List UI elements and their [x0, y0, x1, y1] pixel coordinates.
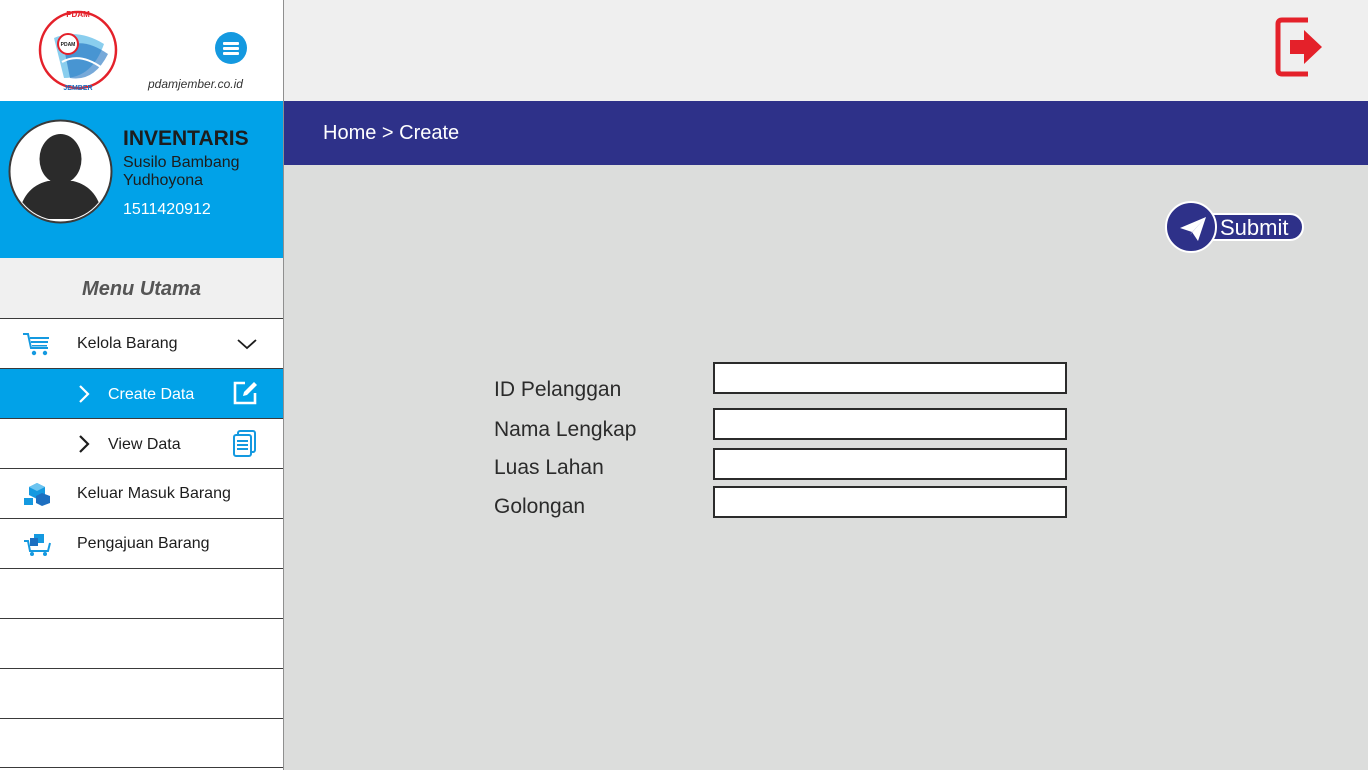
- site-url: pdamjember.co.id: [148, 77, 243, 91]
- id-pelanggan-input[interactable]: [713, 362, 1067, 394]
- logout-button[interactable]: [1274, 16, 1326, 78]
- menu-empty-row: [0, 618, 283, 668]
- breadcrumb: Home > Create: [323, 122, 460, 144]
- logo-center-text: PDAM: [61, 42, 76, 48]
- menu-title: Menu Utama: [0, 258, 283, 318]
- menu-item-kelola-barang[interactable]: Kelola Barang: [0, 318, 283, 368]
- pdam-logo: PDAM PDAM JEMBER: [38, 10, 118, 92]
- menu-empty-row: [0, 718, 283, 768]
- sidebar: PDAM PDAM JEMBER pdamjember.co.id INVENT…: [0, 0, 284, 770]
- submit-button[interactable]: Submit: [1165, 201, 1304, 253]
- user-silhouette-icon: [8, 119, 113, 224]
- chevron-down-icon: [237, 339, 257, 350]
- user-name: Susilo Bambang Yudhoyona: [123, 154, 240, 189]
- menu-item-label: Pengajuan Barang: [77, 535, 210, 552]
- cart-icon: [23, 333, 49, 356]
- breadcrumb-bar: Home > Create: [284, 101, 1368, 165]
- menu-item-label: Kelola Barang: [77, 335, 178, 352]
- cart-boxes-icon: [24, 534, 51, 556]
- nama-lengkap-label: Nama Lengkap: [494, 418, 637, 441]
- main-menu: Kelola Barang Create Data View Data Kelu…: [0, 318, 283, 768]
- user-id: 1511420912: [123, 201, 211, 218]
- menu-item-view-data[interactable]: View Data: [0, 418, 283, 468]
- chevron-right-icon: [79, 385, 90, 403]
- luas-lahan-label: Luas Lahan: [494, 456, 604, 479]
- user-role: INVENTARIS: [123, 127, 249, 150]
- document-icon: [233, 430, 256, 457]
- chevron-right-icon: [79, 435, 90, 453]
- luas-lahan-input[interactable]: [713, 448, 1067, 480]
- golongan-input[interactable]: [713, 486, 1067, 518]
- menu-empty-row: [0, 668, 283, 718]
- boxes-icon: [24, 483, 50, 506]
- hamburger-icon: [223, 42, 239, 45]
- submit-label: Submit: [1220, 215, 1289, 240]
- logout-icon: [1275, 17, 1322, 77]
- hamburger-menu-button[interactable]: [215, 32, 247, 64]
- user-profile: INVENTARIS Susilo Bambang Yudhoyona 1511…: [0, 101, 283, 258]
- nama-lengkap-input[interactable]: [713, 408, 1067, 440]
- menu-empty-row: [0, 568, 283, 618]
- menu-item-label: Keluar Masuk Barang: [77, 485, 231, 502]
- menu-item-create-data[interactable]: Create Data: [0, 368, 283, 418]
- top-bar: [284, 0, 1368, 101]
- logo-top-text: PDAM: [66, 10, 90, 19]
- brand-header: PDAM PDAM JEMBER pdamjember.co.id: [0, 0, 283, 101]
- menu-item-keluar-masuk-barang[interactable]: Keluar Masuk Barang: [0, 468, 283, 518]
- golongan-label: Golongan: [494, 495, 586, 518]
- menu-item-label: Create Data: [108, 386, 195, 403]
- menu-item-label: View Data: [108, 436, 181, 453]
- main-content: Submit ID Pelanggan Nama Lengkap Luas La…: [284, 165, 1368, 770]
- id-pelanggan-label: ID Pelanggan: [494, 378, 622, 401]
- menu-item-pengajuan-barang[interactable]: Pengajuan Barang: [0, 518, 283, 568]
- edit-icon: [233, 381, 257, 405]
- paper-plane-icon: [1180, 217, 1206, 241]
- logo-bottom-text: JEMBER: [63, 85, 92, 92]
